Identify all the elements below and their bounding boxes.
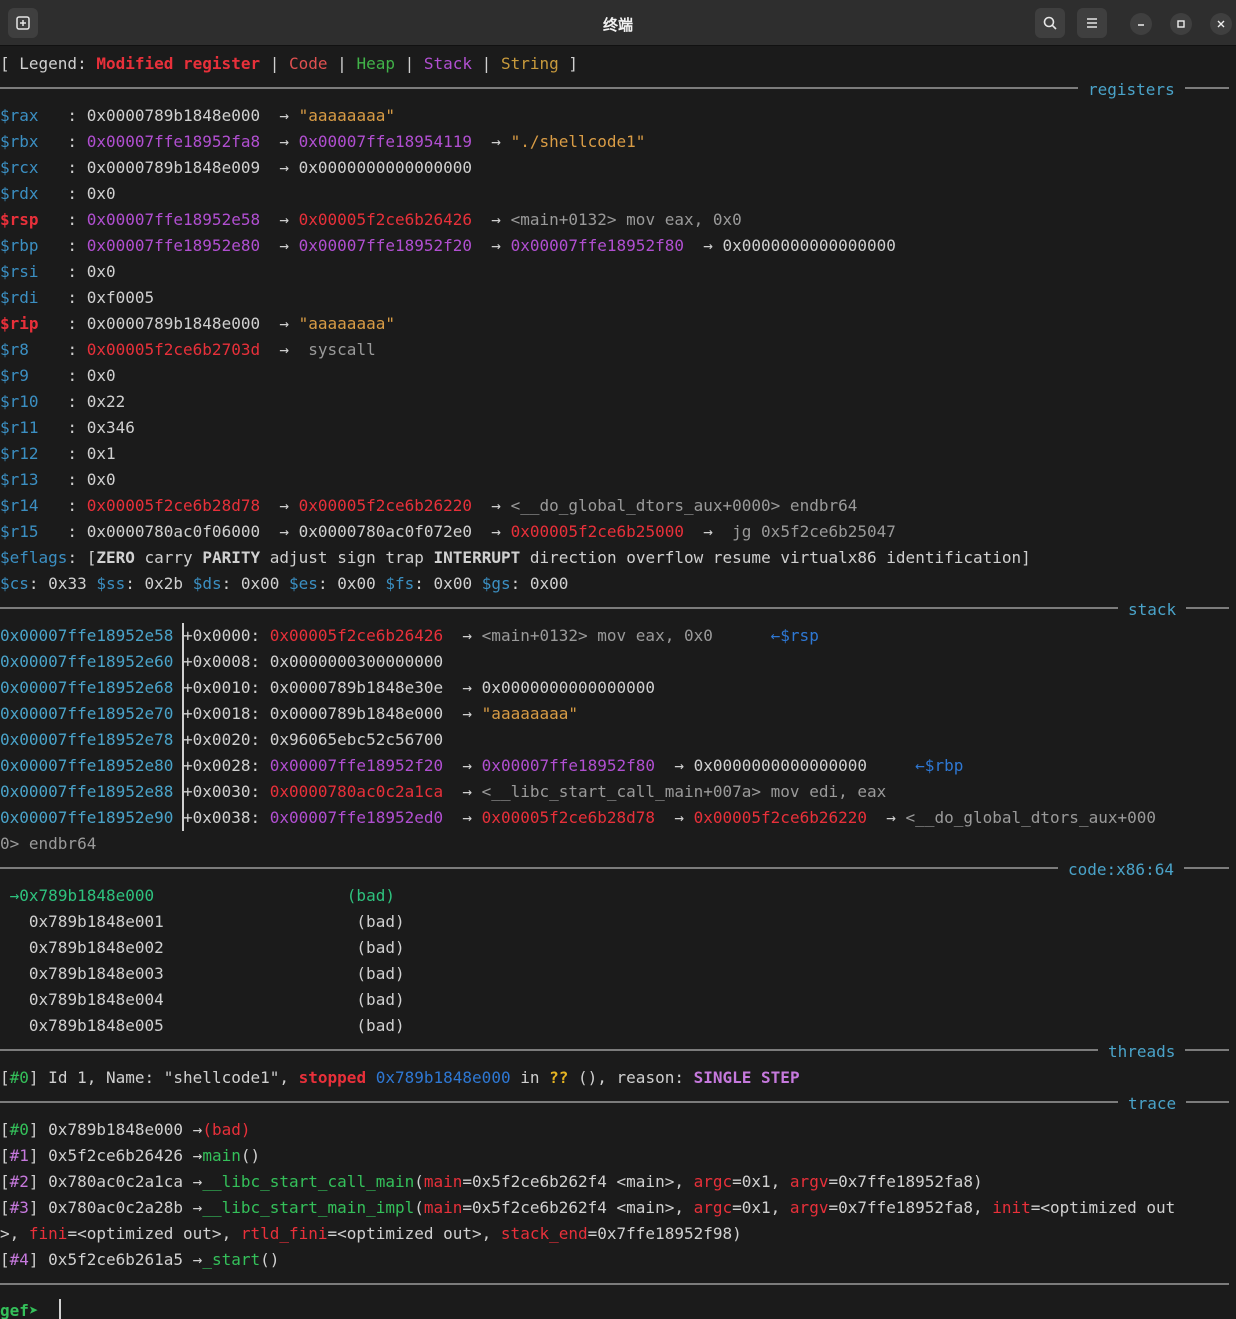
hamburger-icon — [1087, 18, 1097, 28]
register-rsp: $rsp : 0x00007ffe18952e58 → 0x00005f2ce6… — [0, 210, 742, 229]
code-line: 0x789b1848e005 (bad) — [28, 1016, 405, 1035]
trace-frame: [#4] 0x5f2ce6b261a5 →_start() — [0, 1250, 280, 1269]
stack-separator — [0, 607, 1229, 609]
minimize-icon — [1138, 24, 1144, 26]
register-rip: $rip : 0x0000789b1848e000 → "aaaaaaaa" — [0, 314, 395, 333]
trace-frame: [#0] 0x789b1848e000 →(bad) — [0, 1120, 251, 1139]
stack-row: 0x00007ffe18952e90 +0x0038: 0x00007ffe18… — [0, 808, 1156, 827]
search-icon — [1043, 16, 1057, 30]
register-r10: $r10 : 0x22 — [0, 392, 126, 411]
register-r13: $r13 : 0x0 — [0, 470, 116, 489]
threads-separator — [0, 1049, 1229, 1051]
register-eflags: $eflags: [ZERO carry PARITY adjust sign … — [0, 548, 1031, 567]
thread-line: [#0] Id 1, Name: "shellcode1", stopped 0… — [0, 1068, 800, 1087]
legend-string: String — [500, 54, 559, 73]
trace-separator — [0, 1101, 1229, 1103]
title-bar: 终端 — [0, 0, 1236, 46]
register-r15: $r15 : 0x0000780ac0f06000 → 0x0000780ac0… — [0, 522, 896, 541]
terminal-output[interactable]: [ Legend: Modified register | Code | Hea… — [0, 48, 1236, 1319]
code-line-current: →0x789b1848e000 (bad) — [9, 886, 395, 905]
minimize-button[interactable] — [1130, 13, 1152, 35]
register-r12: $r12 : 0x1 — [0, 444, 116, 463]
legend-line: [ Legend: Modified register | Code | Hea… — [0, 54, 579, 73]
code-line: 0x789b1848e004 (bad) — [28, 990, 405, 1009]
register-r9: $r9 : 0x0 — [0, 366, 116, 385]
stack-row: 0x00007ffe18952e80 +0x0028: 0x00007ffe18… — [0, 756, 964, 775]
text-cursor — [59, 1299, 61, 1319]
register-r11: $r11 : 0x346 — [0, 418, 135, 437]
threads-header: threads — [1098, 1039, 1186, 1065]
legend-stack: Stack — [423, 54, 473, 73]
stack-row: 0x00007ffe18952e58 +0x0000: 0x00005f2ce6… — [0, 626, 819, 645]
register-rcx: $rcx : 0x0000789b1848e009 → 0x0000000000… — [0, 158, 473, 177]
stack-row: 0x00007ffe18952e68 +0x0010: 0x0000789b18… — [0, 678, 656, 697]
maximize-icon — [1177, 20, 1185, 28]
registers-separator — [0, 87, 1229, 89]
trace-header: trace — [1118, 1091, 1187, 1117]
code-header: code:x86:64 — [1058, 857, 1184, 883]
code-line: 0x789b1848e001 (bad) — [28, 912, 405, 931]
stack-header: stack — [1118, 597, 1187, 623]
trace-frame-wrap: >, fini=<optimized out>, rtld_fini=<opti… — [0, 1224, 742, 1243]
register-r8: $r8 : 0x00005f2ce6b2703d → syscall — [0, 340, 376, 359]
stack-row-wrap: 0> endbr64 — [0, 834, 97, 853]
register-rbp: $rbp : 0x00007ffe18952e80 → 0x00007ffe18… — [0, 236, 896, 255]
stack-row: 0x00007ffe18952e60 +0x0008: 0x0000000300… — [0, 652, 444, 671]
close-button[interactable] — [1210, 13, 1232, 35]
bottom-separator — [0, 1283, 1229, 1285]
code-separator — [0, 867, 1229, 869]
register-rdi: $rdi : 0xf0005 — [0, 288, 155, 307]
maximize-button[interactable] — [1170, 13, 1192, 35]
trace-frame: [#2] 0x780ac0c2a1ca →__libc_start_call_m… — [0, 1172, 983, 1191]
register-rsi: $rsi : 0x0 — [0, 262, 116, 281]
trace-frame: [#1] 0x5f2ce6b26426 →main() — [0, 1146, 261, 1165]
register-rbx: $rbx : 0x00007ffe18952fa8 → 0x00007ffe18… — [0, 132, 646, 151]
registers-header: registers — [1078, 77, 1185, 103]
close-icon — [1217, 20, 1225, 28]
legend-code: Code — [289, 54, 328, 73]
segment-registers: $cs: 0x33 $ss: 0x2b $ds: 0x00 $es: 0x00 … — [0, 574, 569, 593]
legend-heap: Heap — [356, 54, 395, 73]
gef-prompt[interactable]: gef➤ — [0, 1298, 48, 1319]
search-button[interactable] — [1035, 8, 1065, 38]
code-line: 0x789b1848e003 (bad) — [28, 964, 405, 983]
current-instruction-arrow: → — [9, 886, 20, 905]
code-line: 0x789b1848e002 (bad) — [28, 938, 405, 957]
menu-button[interactable] — [1077, 8, 1107, 38]
register-rax: $rax : 0x0000789b1848e000 → "aaaaaaaa" — [0, 106, 395, 125]
trace-frame: [#3] 0x780ac0c2a28b →__libc_start_main_i… — [0, 1198, 1176, 1217]
register-r14: $r14 : 0x00005f2ce6b28d78 → 0x00005f2ce6… — [0, 496, 858, 515]
stack-row: 0x00007ffe18952e88 +0x0030: 0x0000780ac0… — [0, 782, 887, 801]
legend-modified: Modified register — [96, 54, 261, 73]
stack-row: 0x00007ffe18952e78 +0x0020: 0x96065ebc52… — [0, 730, 444, 749]
register-rdx: $rdx : 0x0 — [0, 184, 116, 203]
stack-row: 0x00007ffe18952e70 +0x0018: 0x0000789b18… — [0, 704, 578, 723]
